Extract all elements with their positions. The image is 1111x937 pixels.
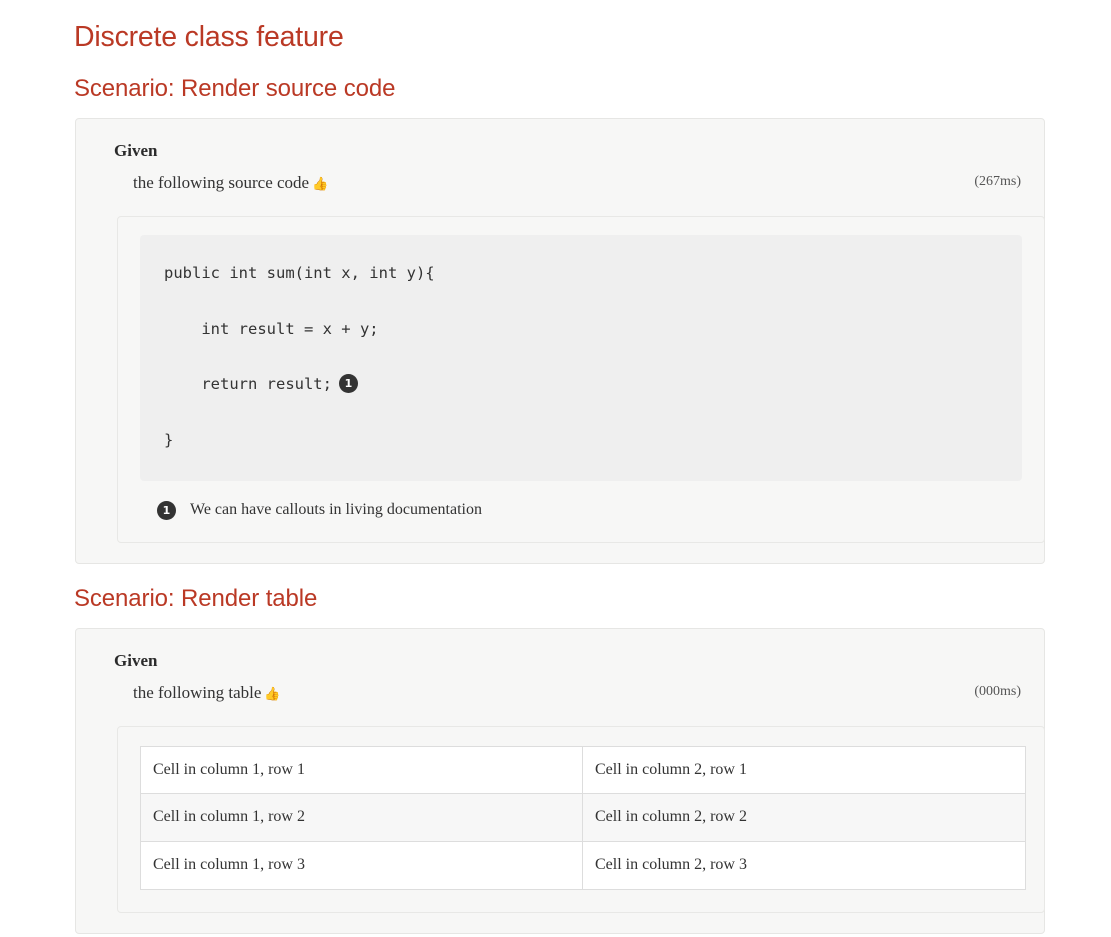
- table-cell: Cell in column 1, row 2: [140, 793, 583, 843]
- source-code-block: public int sum(int x, int y){ int result…: [140, 235, 1022, 481]
- step-keyword-given: Given: [114, 650, 158, 670]
- scenario-panel-render-table: Given the following table 👍 (000ms) Cell …: [75, 627, 1045, 935]
- scenario-title-render-source-code: Scenario: Render source code: [74, 75, 396, 103]
- code-line-text: return result;: [164, 375, 332, 394]
- table-cell: Cell in column 2, row 2: [582, 793, 1026, 843]
- step-description-text: the following table: [133, 682, 262, 702]
- callout-list: 1 We can have callouts in living documen…: [140, 481, 1022, 520]
- step-keyword-given: Given: [114, 140, 158, 160]
- step-row: the following table 👍 (000ms): [96, 673, 1024, 704]
- step-duration: (267ms): [974, 173, 1021, 189]
- code-line: }: [164, 431, 174, 450]
- table-row: Cell in column 1, row 1 Cell in column 2…: [140, 745, 1026, 795]
- step-duration: (000ms): [974, 683, 1021, 699]
- code-line-with-callout: return result; 1: [164, 366, 998, 403]
- step-description: the following table 👍: [133, 682, 281, 704]
- step-description: the following source code 👍: [133, 172, 328, 194]
- code-line: int result = x + y;: [164, 319, 379, 338]
- step-content-panel: public int sum(int x, int y){ int result…: [117, 216, 1045, 543]
- callout-marker-inline[interactable]: 1: [338, 374, 358, 394]
- step-row: the following source code 👍 (267ms): [96, 163, 1024, 194]
- thumbs-up-icon: 👍: [312, 175, 329, 191]
- table-cell: Cell in column 2, row 3: [582, 841, 1026, 891]
- table-row: Cell in column 1, row 2 Cell in column 2…: [140, 793, 1026, 843]
- step-content-panel: Cell in column 1, row 1 Cell in column 2…: [117, 725, 1045, 914]
- table-cell: Cell in column 1, row 1: [140, 745, 583, 795]
- table-cell: Cell in column 2, row 1: [582, 745, 1026, 795]
- step-description-text: the following source code: [133, 172, 310, 192]
- living-documentation-page: Discrete class feature Scenario: Render …: [0, 0, 1111, 935]
- data-table: Cell in column 1, row 1 Cell in column 2…: [140, 745, 1026, 891]
- thumbs-up-icon: 👍: [264, 685, 281, 701]
- table-row: Cell in column 1, row 3 Cell in column 2…: [140, 841, 1026, 891]
- code-line: public int sum(int x, int y){: [164, 264, 435, 283]
- table-cell: Cell in column 1, row 3: [140, 841, 583, 891]
- feature-title: Discrete class feature: [74, 21, 344, 53]
- data-table-wrapper: Cell in column 1, row 1 Cell in column 2…: [140, 745, 1026, 891]
- scenario-panel-render-source-code: Given the following source code 👍 (267ms)…: [75, 117, 1045, 564]
- callout-text: We can have callouts in living documenta…: [190, 501, 482, 519]
- scenario-title-render-table: Scenario: Render table: [74, 584, 318, 612]
- callout-marker-badge: 1: [157, 500, 176, 520]
- callout-list-item: 1 We can have callouts in living documen…: [157, 500, 1022, 520]
